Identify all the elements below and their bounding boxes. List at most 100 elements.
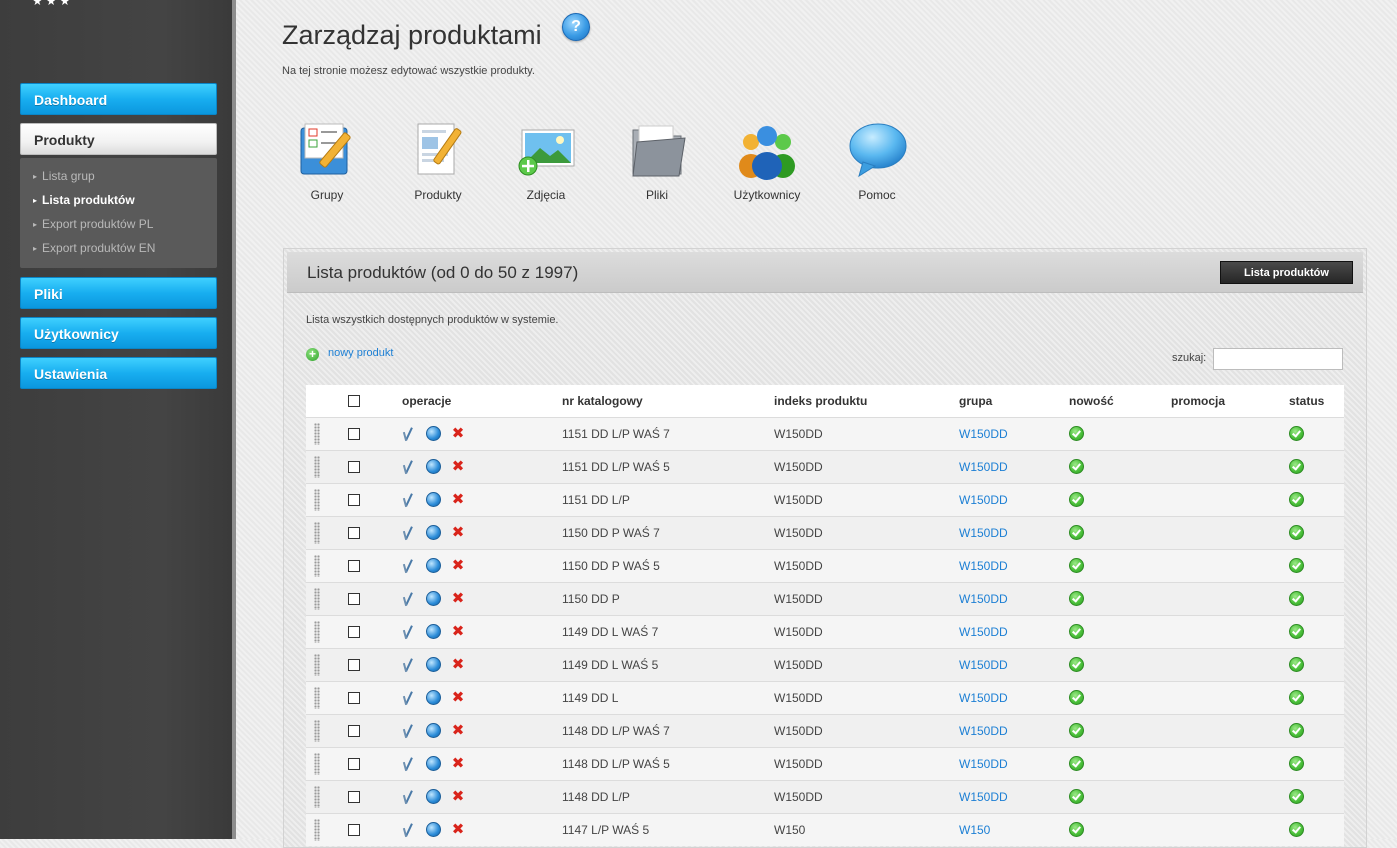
drag-handle-icon[interactable] <box>314 785 320 808</box>
group-link[interactable]: W150DD <box>959 724 1008 738</box>
drag-handle-icon[interactable] <box>314 752 320 775</box>
preview-icon[interactable] <box>426 459 441 475</box>
row-checkbox[interactable] <box>348 625 360 638</box>
row-checkbox[interactable] <box>348 823 360 836</box>
column-header-nr-katalogowy[interactable]: nr katalogowy <box>561 385 773 417</box>
drag-handle-icon[interactable] <box>314 521 320 544</box>
group-link[interactable]: W150DD <box>959 757 1008 771</box>
nav-uzytkownicy[interactable]: Użytkownicy <box>20 317 217 349</box>
check-icon[interactable] <box>1289 558 1304 573</box>
quick-link-uzytkownicy[interactable]: Użytkownicy <box>712 118 822 202</box>
check-icon[interactable] <box>1069 459 1084 474</box>
row-checkbox[interactable] <box>348 493 360 506</box>
edit-icon[interactable] <box>402 658 416 672</box>
delete-icon[interactable]: ✖ <box>451 690 465 705</box>
row-checkbox[interactable] <box>348 526 360 539</box>
edit-icon[interactable] <box>402 559 416 573</box>
check-icon[interactable] <box>1069 789 1084 804</box>
preview-icon[interactable] <box>426 657 441 673</box>
check-icon[interactable] <box>1069 822 1084 838</box>
group-link[interactable]: W150DD <box>959 526 1008 540</box>
delete-icon[interactable]: ✖ <box>451 657 465 672</box>
edit-icon[interactable] <box>402 592 416 606</box>
select-all-checkbox[interactable] <box>348 394 360 407</box>
group-link[interactable]: W150DD <box>959 625 1008 639</box>
quick-link-grupy[interactable]: Grupy <box>272 118 382 202</box>
check-icon[interactable] <box>1289 426 1304 441</box>
check-icon[interactable] <box>1069 657 1084 672</box>
edit-icon[interactable] <box>402 691 416 705</box>
delete-icon[interactable]: ✖ <box>451 822 465 837</box>
row-checkbox[interactable] <box>348 790 360 803</box>
check-icon[interactable] <box>1289 822 1304 838</box>
drag-handle-icon[interactable] <box>314 488 320 511</box>
preview-icon[interactable] <box>426 624 441 640</box>
preview-icon[interactable] <box>426 591 441 607</box>
group-link[interactable]: W150DD <box>959 691 1008 705</box>
group-link[interactable]: W150DD <box>959 790 1008 804</box>
group-link[interactable]: W150DD <box>959 592 1008 606</box>
edit-icon[interactable] <box>402 493 416 507</box>
subnav-item-export-en[interactable]: ▸ Export produktów EN <box>20 238 217 262</box>
delete-icon[interactable]: ✖ <box>451 459 465 474</box>
drag-handle-icon[interactable] <box>314 719 320 742</box>
preview-icon[interactable] <box>426 723 441 739</box>
product-list-button[interactable]: Lista produktów <box>1220 261 1353 284</box>
check-icon[interactable] <box>1289 723 1304 738</box>
row-checkbox[interactable] <box>348 460 360 473</box>
drag-handle-icon[interactable] <box>314 620 320 643</box>
edit-icon[interactable] <box>402 724 416 738</box>
check-icon[interactable] <box>1069 723 1084 738</box>
check-icon[interactable] <box>1289 459 1304 474</box>
check-icon[interactable] <box>1289 591 1304 606</box>
row-checkbox[interactable] <box>348 559 360 572</box>
delete-icon[interactable]: ✖ <box>451 591 465 606</box>
subnav-item-lista-grup[interactable]: ▸ Lista grup <box>20 166 217 190</box>
delete-icon[interactable]: ✖ <box>451 624 465 639</box>
check-icon[interactable] <box>1069 624 1084 639</box>
preview-icon[interactable] <box>426 756 441 772</box>
check-icon[interactable] <box>1289 624 1304 639</box>
check-icon[interactable] <box>1069 690 1084 705</box>
row-checkbox[interactable] <box>348 427 360 440</box>
column-header-nowosc[interactable]: nowość <box>1068 385 1170 417</box>
edit-icon[interactable] <box>402 526 416 540</box>
delete-icon[interactable]: ✖ <box>451 525 465 540</box>
nav-produkty[interactable]: Produkty <box>20 123 217 155</box>
check-icon[interactable] <box>1289 756 1304 771</box>
delete-icon[interactable]: ✖ <box>451 426 465 441</box>
new-product-link[interactable]: + nowy produkt <box>306 347 393 361</box>
drag-handle-icon[interactable] <box>314 455 320 478</box>
column-header-promocja[interactable]: promocja <box>1170 385 1288 417</box>
group-link[interactable]: W150DD <box>959 658 1008 672</box>
group-link[interactable]: W150DD <box>959 493 1008 507</box>
edit-icon[interactable] <box>402 757 416 771</box>
delete-icon[interactable]: ✖ <box>451 756 465 771</box>
preview-icon[interactable] <box>426 525 441 541</box>
check-icon[interactable] <box>1289 492 1304 507</box>
drag-handle-icon[interactable] <box>314 422 320 445</box>
edit-icon[interactable] <box>402 460 416 474</box>
quick-link-pomoc[interactable]: Pomoc <box>822 118 932 202</box>
edit-icon[interactable] <box>402 427 416 441</box>
preview-icon[interactable] <box>426 426 441 442</box>
group-link[interactable]: W150 <box>959 823 990 837</box>
delete-icon[interactable]: ✖ <box>451 492 465 507</box>
drag-handle-icon[interactable] <box>314 587 320 610</box>
preview-icon[interactable] <box>426 690 441 706</box>
nav-dashboard[interactable]: Dashboard <box>20 83 217 115</box>
preview-icon[interactable] <box>426 492 441 508</box>
check-icon[interactable] <box>1289 525 1304 540</box>
check-icon[interactable] <box>1069 756 1084 771</box>
delete-icon[interactable]: ✖ <box>451 558 465 573</box>
check-icon[interactable] <box>1069 558 1084 573</box>
check-icon[interactable] <box>1069 591 1084 606</box>
delete-icon[interactable]: ✖ <box>451 723 465 738</box>
column-header-indeks-produktu[interactable]: indeks produktu <box>773 385 958 417</box>
row-checkbox[interactable] <box>348 757 360 770</box>
drag-handle-icon[interactable] <box>314 818 320 841</box>
quick-link-produkty[interactable]: Produkty <box>383 118 493 202</box>
edit-icon[interactable] <box>402 625 416 639</box>
edit-icon[interactable] <box>402 823 416 837</box>
drag-handle-icon[interactable] <box>314 653 320 676</box>
